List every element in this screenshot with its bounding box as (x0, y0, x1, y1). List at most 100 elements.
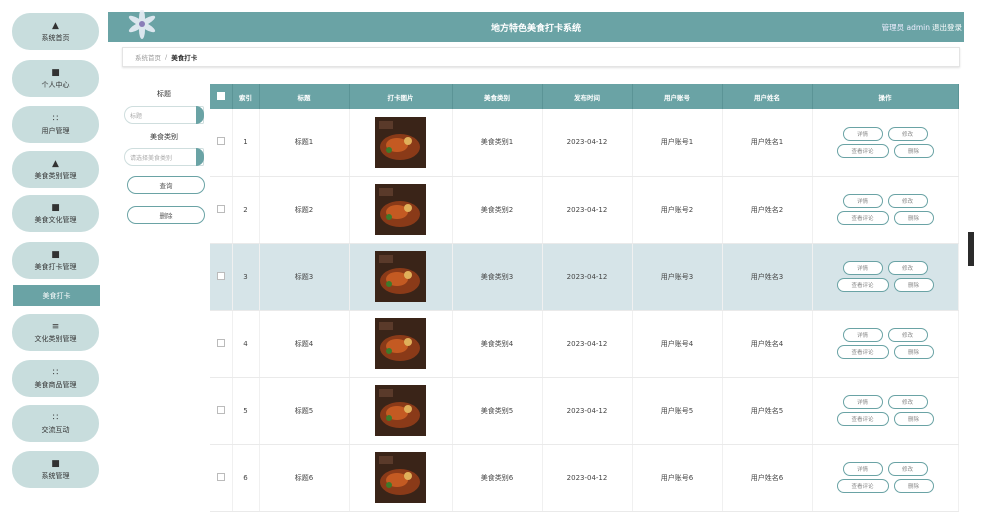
food-image[interactable] (375, 318, 426, 369)
food-image[interactable] (375, 184, 426, 235)
select-all-header[interactable] (210, 84, 233, 109)
column-header: 发布时间 (542, 84, 633, 109)
row-checkbox[interactable] (216, 405, 225, 414)
row-select-cell[interactable] (210, 377, 233, 445)
lock-icon: ■ (51, 249, 60, 260)
table-row: 4 标题4 美食类别4 2023-04-12 用户账号4 用户姓名4 详情 修改 (210, 310, 959, 378)
home-icon: ▲ (52, 158, 59, 169)
query-button[interactable]: 查询 (127, 176, 205, 194)
column-header: 美食类别 (452, 84, 543, 109)
sidebar-item-profile[interactable]: ■ 个人中心 (12, 60, 99, 97)
page-title: 地方特色美食打卡系统 (490, 24, 581, 34)
row-checkbox[interactable] (216, 204, 225, 213)
category-cell: 美食类别4 (452, 310, 543, 378)
row-select-cell[interactable] (210, 176, 233, 244)
row-checkbox[interactable] (216, 271, 225, 280)
delete-button[interactable]: 删除 (893, 143, 934, 158)
actions-cell: 详情 修改 查看评论 删除 (812, 444, 959, 512)
food-image[interactable] (375, 452, 426, 503)
edit-button[interactable]: 修改 (887, 395, 928, 409)
index-cell: 5 (232, 377, 260, 445)
user-name-cell: 用户姓名1 (722, 109, 813, 177)
category-select[interactable]: 请选择美食类别 (124, 148, 204, 166)
image-cell (349, 377, 453, 445)
sidebar-item-food-category[interactable]: ▲ 美食类别管理 (12, 151, 99, 188)
view-comments-button[interactable]: 查看评论 (836, 412, 889, 426)
delete-button[interactable]: 删除 (893, 278, 934, 292)
publish-time-cell: 2023-04-12 (542, 377, 633, 445)
table-row: 5 标题5 美食类别5 2023-04-12 用户账号5 用户姓名5 详情 修改 (210, 377, 959, 445)
row-select-cell[interactable] (210, 444, 233, 512)
breadcrumb-current: 美食打卡 (171, 54, 198, 62)
edit-button[interactable]: 修改 (887, 261, 928, 275)
sidebar-item-label: 美食类别管理 (34, 171, 77, 180)
image-cell (349, 444, 453, 512)
sidebar-item-food-culture[interactable]: ■ 美食文化管理 (12, 195, 99, 232)
breadcrumb-home[interactable]: 系统首页 (135, 52, 161, 62)
user-name-cell: 用户姓名6 (722, 444, 813, 512)
user-account-cell: 用户账号3 (632, 243, 723, 311)
publish-time-cell: 2023-04-12 (542, 310, 633, 378)
sidebar-subitem-food-checkin[interactable]: 美食打卡 (13, 285, 100, 306)
view-comments-button[interactable]: 查看评论 (836, 143, 889, 158)
sidebar: ▲ 系统首页 ■ 个人中心 ∷ 用户管理 ▲ 美食类别管理 ■ 美食文化管理 ■… (0, 0, 108, 488)
view-comments-button[interactable]: 查看评论 (836, 479, 889, 493)
sidebar-item-food-checkin[interactable]: ■ 美食打卡管理 (12, 242, 99, 279)
detail-button[interactable]: 详情 (842, 328, 883, 342)
category-cell: 美食类别1 (452, 109, 543, 177)
detail-button[interactable]: 详情 (842, 261, 883, 275)
detail-button[interactable]: 详情 (842, 462, 883, 476)
edit-button[interactable]: 修改 (887, 328, 928, 342)
title-cell: 标题3 (259, 243, 350, 311)
sidebar-item-label: 系统管理 (41, 471, 70, 480)
monitor-icon: ■ (51, 458, 60, 469)
image-cell (349, 310, 453, 378)
category-cell: 美食类别6 (452, 444, 543, 512)
column-header: 标题 (259, 84, 350, 109)
row-select-cell[interactable] (210, 109, 233, 177)
sidebar-item-label: 美食打卡管理 (34, 262, 77, 271)
select-all-checkbox[interactable] (216, 91, 225, 100)
food-image[interactable] (375, 385, 426, 436)
user-name-cell: 用户姓名2 (722, 176, 813, 244)
view-comments-button[interactable]: 查看评论 (836, 278, 889, 292)
food-image[interactable] (375, 251, 426, 302)
edit-button[interactable]: 修改 (887, 462, 928, 476)
food-image[interactable] (375, 116, 426, 168)
sidebar-item-interaction[interactable]: ∷ 交流互动 (12, 405, 99, 442)
edit-button[interactable]: 修改 (887, 126, 928, 141)
row-select-cell[interactable] (210, 243, 233, 311)
index-cell: 1 (232, 109, 260, 177)
row-checkbox[interactable] (216, 472, 225, 481)
book-icon: ■ (51, 202, 60, 213)
row-select-cell[interactable] (210, 310, 233, 378)
index-cell: 4 (232, 310, 260, 378)
sidebar-item-food-goods[interactable]: ∷ 美食商品管理 (12, 360, 99, 397)
row-checkbox[interactable] (216, 137, 225, 146)
title-cell: 标题4 (259, 310, 350, 378)
user-account-cell: 用户账号6 (632, 444, 723, 512)
batch-delete-button[interactable]: 删除 (127, 206, 205, 224)
sidebar-item-home[interactable]: ▲ 系统首页 (12, 13, 99, 50)
sidebar-item-system[interactable]: ■ 系统管理 (12, 451, 99, 488)
row-checkbox[interactable] (216, 338, 225, 347)
view-comments-button[interactable]: 查看评论 (836, 345, 889, 359)
logout-link[interactable]: 退出登录 (932, 22, 962, 33)
view-comments-button[interactable]: 查看评论 (836, 211, 889, 225)
actions-cell: 详情 修改 查看评论 删除 (812, 377, 959, 445)
image-cell (349, 243, 453, 311)
title-search-input[interactable]: 标题 (124, 106, 204, 124)
detail-button[interactable]: 详情 (842, 194, 883, 208)
sidebar-item-users[interactable]: ∷ 用户管理 (12, 106, 99, 143)
title-cell: 标题1 (259, 109, 350, 177)
scrollbar-thumb[interactable] (968, 232, 974, 266)
delete-button[interactable]: 删除 (893, 211, 934, 225)
delete-button[interactable]: 删除 (893, 479, 934, 493)
detail-button[interactable]: 详情 (842, 395, 883, 409)
delete-button[interactable]: 删除 (893, 345, 934, 359)
delete-button[interactable]: 删除 (893, 412, 934, 426)
checkin-table: 索引 标题 打卡图片 美食类别 发布时间 用户账号 用户姓名 操作 1 标题1 … (210, 84, 959, 512)
sidebar-item-culture-category[interactable]: ≡ 文化类别管理 (12, 314, 99, 351)
edit-button[interactable]: 修改 (887, 194, 928, 208)
detail-button[interactable]: 详情 (842, 126, 883, 141)
